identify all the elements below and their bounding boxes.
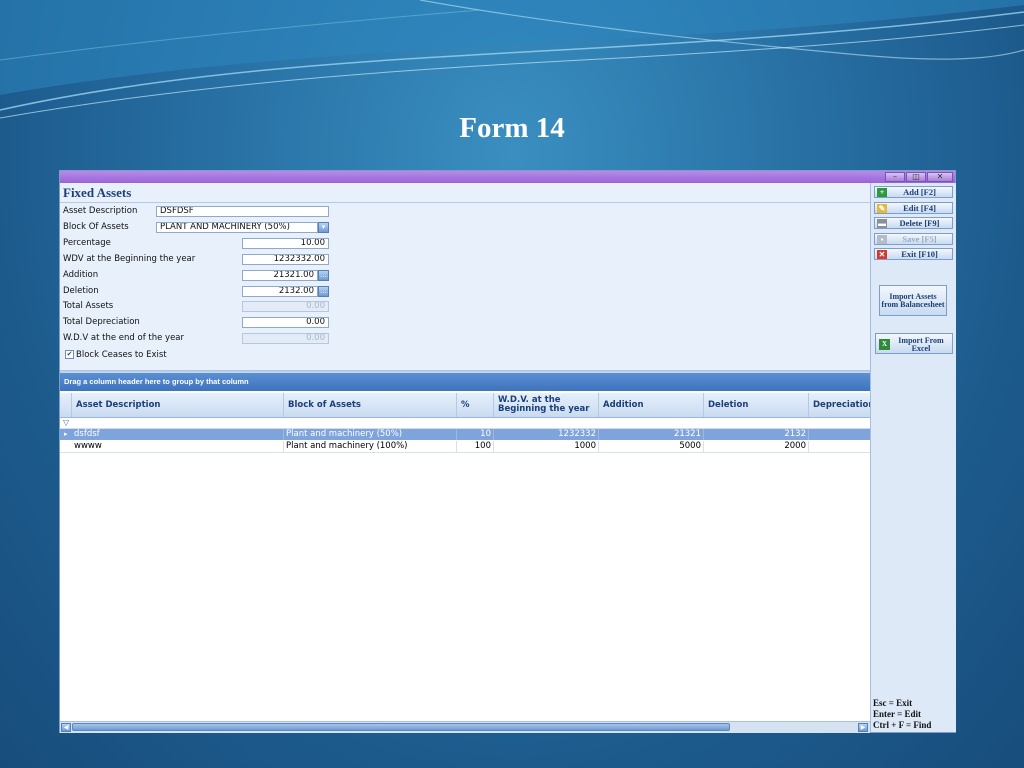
cell-block[interactable]: Plant and machinery (50%) [284, 429, 457, 440]
trash-icon: ▬ [877, 219, 887, 228]
calculator-icon[interactable]: … [318, 270, 329, 281]
cell-depreciation[interactable] [809, 429, 870, 440]
wdv-end-label: W.D.V at the end of the year [63, 333, 185, 343]
add-button[interactable]: + Add [F2] [874, 186, 953, 198]
plus-icon: + [877, 188, 887, 197]
percentage-input[interactable]: 10.00 [242, 238, 329, 249]
column-header-depreciation[interactable]: Depreciation [809, 393, 870, 417]
save-button[interactable]: ▪ Save [F5] [874, 233, 953, 245]
cell-deletion[interactable]: 2132 [704, 429, 809, 440]
asset-form-panel: Fixed Assets Asset Description DSFDSF Bl… [60, 183, 870, 371]
deletion-input[interactable]: 2132.00 [242, 286, 318, 297]
column-header-wdv-beginning[interactable]: W.D.V. at the Beginning the year [494, 393, 599, 417]
restore-button[interactable]: ◫ [906, 172, 926, 182]
cell-addition[interactable]: 5000 [599, 441, 704, 452]
cell-asset-description[interactable]: wwww [72, 441, 284, 452]
block-of-assets-select[interactable]: PLANT AND MACHINERY (50%) [156, 222, 318, 233]
calculator-icon[interactable]: … [318, 286, 329, 297]
filter-icon[interactable]: ▽ [63, 418, 69, 428]
heading-divider [60, 202, 870, 203]
close-button[interactable]: ✕ [927, 172, 953, 182]
excel-icon: X [879, 339, 890, 350]
cell-asset-description[interactable]: dsfdsf [72, 429, 284, 440]
cell-addition[interactable]: 21321 [599, 429, 704, 440]
keyboard-shortcuts-legend: Esc = Exit Enter = Edit Ctrl + F = Find [873, 698, 931, 731]
chevron-down-icon[interactable]: ▾ [318, 222, 329, 233]
table-row[interactable]: ▸ dsfdsf Plant and machinery (50%) 10 12… [60, 429, 870, 440]
horizontal-scrollbar[interactable]: ◀ ▶ [60, 721, 870, 733]
percentage-label: Percentage [63, 238, 111, 248]
total-assets-field: 0.00 [242, 301, 329, 312]
shortcut-esc: Esc = Exit [873, 698, 913, 708]
addition-label: Addition [63, 270, 99, 280]
import-from-excel-button[interactable]: X Import From Excel [875, 333, 953, 354]
cell-wdv[interactable]: 1232332 [494, 429, 599, 440]
scrollbar-thumb[interactable] [72, 723, 730, 731]
wdv-end-field: 0.00 [242, 333, 329, 344]
floppy-disk-icon: ▪ [877, 235, 887, 244]
column-header-deletion[interactable]: Deletion [704, 393, 809, 417]
cell-deletion[interactable]: 2000 [704, 441, 809, 452]
delete-button[interactable]: ▬ Delete [F9] [874, 217, 953, 229]
shortcut-ctrl-f: Ctrl + F = Find [873, 720, 932, 730]
deletion-label: Deletion [63, 286, 99, 296]
shortcut-enter: Enter = Edit [873, 709, 921, 719]
cell-wdv[interactable]: 1000 [494, 441, 599, 452]
row-pointer-icon: ▸ [64, 430, 68, 438]
cell-percentage[interactable]: 10 [457, 429, 494, 440]
scroll-left-icon[interactable]: ◀ [61, 723, 71, 732]
block-ceases-label: Block Ceases to Exist [76, 350, 167, 360]
form-heading: Fixed Assets [63, 185, 132, 200]
wdv-beginning-label: WDV at the Beginning the year [63, 254, 196, 264]
grid-filter-row[interactable]: ▽ [60, 418, 870, 429]
window-titlebar[interactable]: – ◫ ✕ [60, 171, 955, 183]
pencil-icon: ✎ [877, 204, 887, 213]
minimize-button[interactable]: – [885, 172, 905, 182]
edit-button[interactable]: ✎ Edit [F4] [874, 202, 953, 214]
column-header-percentage[interactable]: % [457, 393, 494, 417]
block-ceases-checkbox[interactable]: ✔ [65, 350, 74, 359]
assets-grid: Drag a column header here to group by th… [60, 373, 870, 721]
slide-title: Form 14 [459, 112, 565, 144]
grid-header-row: Asset Description Block of Assets % W.D.… [60, 393, 870, 418]
scroll-right-icon[interactable]: ▶ [858, 723, 868, 732]
cell-block[interactable]: Plant and machinery (100%) [284, 441, 457, 452]
column-header-block-of-assets[interactable]: Block of Assets [284, 393, 457, 417]
total-assets-label: Total Assets [63, 301, 114, 311]
table-row[interactable]: wwww Plant and machinery (100%) 100 1000… [60, 441, 870, 453]
action-sidebar: + Add [F2] ✎ Edit [F4] ▬ Delete [F9] ▪ S… [870, 183, 956, 732]
block-of-assets-label: Block Of Assets [63, 222, 129, 232]
fixed-assets-window: – ◫ ✕ Fixed Assets Asset Description DSF… [59, 170, 956, 733]
total-depreciation-input[interactable]: 0.00 [242, 317, 329, 328]
cell-percentage[interactable]: 100 [457, 441, 494, 452]
import-from-balancesheet-button[interactable]: Import Assets from Balancesheet [879, 285, 947, 316]
total-depreciation-label: Total Depreciation [63, 317, 140, 327]
close-icon: ✕ [877, 250, 887, 259]
asset-description-input[interactable]: DSFDSF [156, 206, 329, 217]
column-header-asset-description[interactable]: Asset Description [72, 393, 284, 417]
row-header-corner [60, 393, 72, 417]
slide-wave-decoration [0, 0, 1024, 119]
cell-depreciation[interactable] [809, 441, 870, 452]
column-header-addition[interactable]: Addition [599, 393, 704, 417]
exit-button[interactable]: ✕ Exit [F10] [874, 248, 953, 260]
wdv-beginning-input[interactable]: 1232332.00 [242, 254, 329, 265]
group-by-panel[interactable]: Drag a column header here to group by th… [60, 373, 870, 391]
asset-description-label: Asset Description [63, 206, 138, 216]
addition-input[interactable]: 21321.00 [242, 270, 318, 281]
